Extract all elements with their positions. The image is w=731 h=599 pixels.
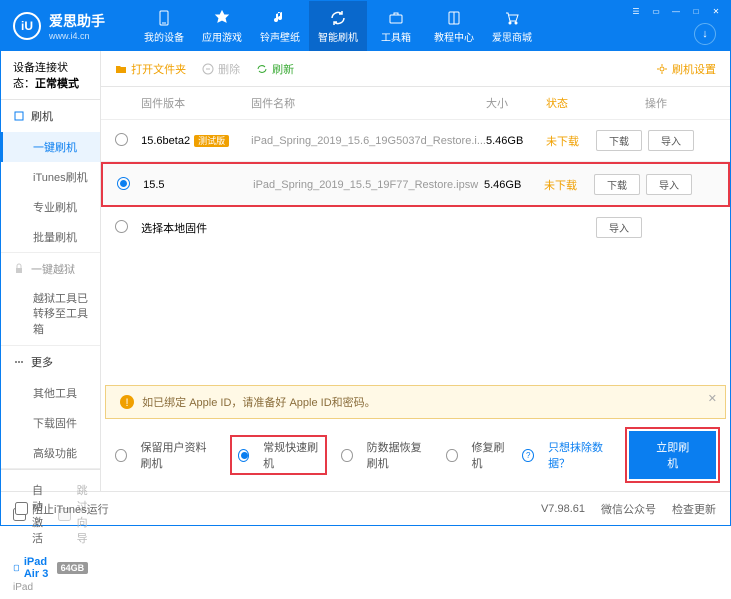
sidebar-flash[interactable]: 刷机 bbox=[1, 100, 100, 132]
mode-repair[interactable]: 修复刷机 bbox=[446, 439, 508, 471]
table-header: 固件版本 固件名称 大小 状态 操作 bbox=[101, 87, 730, 120]
check-update-link[interactable]: 检查更新 bbox=[672, 501, 716, 517]
cart-icon bbox=[503, 9, 521, 27]
nav-apps[interactable]: 应用游戏 bbox=[193, 1, 251, 51]
brand-url: www.i4.cn bbox=[49, 31, 105, 41]
close-icon[interactable]: ✕ bbox=[708, 392, 717, 405]
download-manager-icon[interactable]: ↓ bbox=[694, 23, 716, 45]
sidebar-jailbreak[interactable]: 一键越狱 bbox=[1, 253, 100, 285]
nav-my-device[interactable]: 我的设备 bbox=[135, 1, 193, 51]
nav-ringtone[interactable]: 铃声壁纸 bbox=[251, 1, 309, 51]
wechat-link[interactable]: 微信公众号 bbox=[601, 501, 656, 517]
download-button[interactable]: 下载 bbox=[594, 174, 640, 195]
import-button[interactable]: 导入 bbox=[648, 130, 694, 151]
win-min-icon[interactable]: — bbox=[670, 5, 682, 17]
music-icon bbox=[271, 9, 289, 27]
tablet-icon bbox=[13, 562, 20, 574]
block-itunes-checkbox[interactable] bbox=[15, 502, 28, 515]
sidebar-oneclick-flash[interactable]: 一键刷机 bbox=[1, 132, 100, 162]
svg-text:!: ! bbox=[126, 397, 129, 409]
download-button[interactable]: 下载 bbox=[596, 130, 642, 151]
sidebar-jailbreak-note: 越狱工具已转移至工具箱 bbox=[1, 285, 100, 345]
nav-tutorial[interactable]: 教程中心 bbox=[425, 1, 483, 51]
nav-store[interactable]: 爱思商城 bbox=[483, 1, 541, 51]
sidebar-advanced[interactable]: 高级功能 bbox=[1, 438, 100, 468]
mode-keep-data[interactable]: 保留用户资料刷机 bbox=[115, 439, 216, 471]
firmware-row[interactable]: 15.6beta2测试版 iPad_Spring_2019_15.6_19G50… bbox=[101, 120, 730, 162]
toolbox-icon bbox=[387, 9, 405, 27]
warning-icon: ! bbox=[120, 395, 134, 409]
flash-now-button[interactable]: 立即刷机 bbox=[629, 431, 716, 479]
import-button[interactable]: 导入 bbox=[596, 217, 642, 238]
lock-icon bbox=[13, 263, 25, 275]
tb-delete[interactable]: 删除 bbox=[202, 61, 240, 77]
mode-normal[interactable]: 常规快速刷机 bbox=[230, 435, 327, 475]
app-icon bbox=[213, 9, 231, 27]
win-skin-icon[interactable]: ▭ bbox=[650, 5, 662, 17]
brand-name: 爱思助手 bbox=[49, 11, 105, 31]
folder-icon bbox=[115, 63, 127, 75]
app-logo: iU bbox=[13, 12, 41, 40]
device-name[interactable]: iPad Air 364GB bbox=[13, 556, 88, 580]
device-type: iPad bbox=[13, 582, 88, 593]
radio-unchecked[interactable] bbox=[115, 133, 128, 146]
import-button[interactable]: 导入 bbox=[646, 174, 692, 195]
phone-icon bbox=[155, 9, 173, 27]
sidebar-more[interactable]: 更多 bbox=[1, 346, 100, 378]
win-max-icon[interactable]: □ bbox=[690, 5, 702, 17]
erase-only-link[interactable]: 只想抹除数据？ bbox=[548, 439, 615, 471]
gear-icon bbox=[656, 63, 668, 75]
firmware-row-selected[interactable]: 15.5 iPad_Spring_2019_15.5_19F77_Restore… bbox=[101, 162, 730, 207]
sidebar-batch-flash[interactable]: 批量刷机 bbox=[1, 222, 100, 252]
nav-toolbox[interactable]: 工具箱 bbox=[367, 1, 425, 51]
nav-flash[interactable]: 智能刷机 bbox=[309, 1, 367, 51]
warning-bar: ! 如已绑定 Apple ID，请准备好 Apple ID和密码。 ✕ bbox=[105, 385, 726, 419]
dots-icon bbox=[13, 356, 25, 368]
version-label: V7.98.61 bbox=[541, 503, 585, 515]
book-icon bbox=[445, 9, 463, 27]
win-menu-icon[interactable]: ☰ bbox=[630, 5, 642, 17]
rect-icon bbox=[13, 110, 25, 122]
radio-checked[interactable] bbox=[117, 177, 130, 190]
refresh-icon bbox=[329, 9, 347, 27]
delete-icon bbox=[202, 63, 214, 75]
win-close-icon[interactable]: ✕ bbox=[710, 5, 722, 17]
info-icon[interactable]: ? bbox=[522, 449, 534, 462]
mode-anti-recovery[interactable]: 防数据恢复刷机 bbox=[341, 439, 432, 471]
connection-status: 设备连接状态：正常模式 bbox=[1, 51, 100, 100]
sidebar-itunes-flash[interactable]: iTunes刷机 bbox=[1, 162, 100, 192]
tb-settings[interactable]: 刷机设置 bbox=[656, 61, 716, 77]
sidebar-other-tools[interactable]: 其他工具 bbox=[1, 378, 100, 408]
radio-unchecked[interactable] bbox=[115, 220, 128, 233]
sidebar-download-fw[interactable]: 下载固件 bbox=[1, 408, 100, 438]
tb-refresh[interactable]: 刷新 bbox=[256, 61, 294, 77]
refresh-icon bbox=[256, 63, 268, 75]
tb-open-folder[interactable]: 打开文件夹 bbox=[115, 61, 186, 77]
sidebar-pro-flash[interactable]: 专业刷机 bbox=[1, 192, 100, 222]
local-firmware-row[interactable]: 选择本地固件 导入 bbox=[101, 207, 730, 248]
